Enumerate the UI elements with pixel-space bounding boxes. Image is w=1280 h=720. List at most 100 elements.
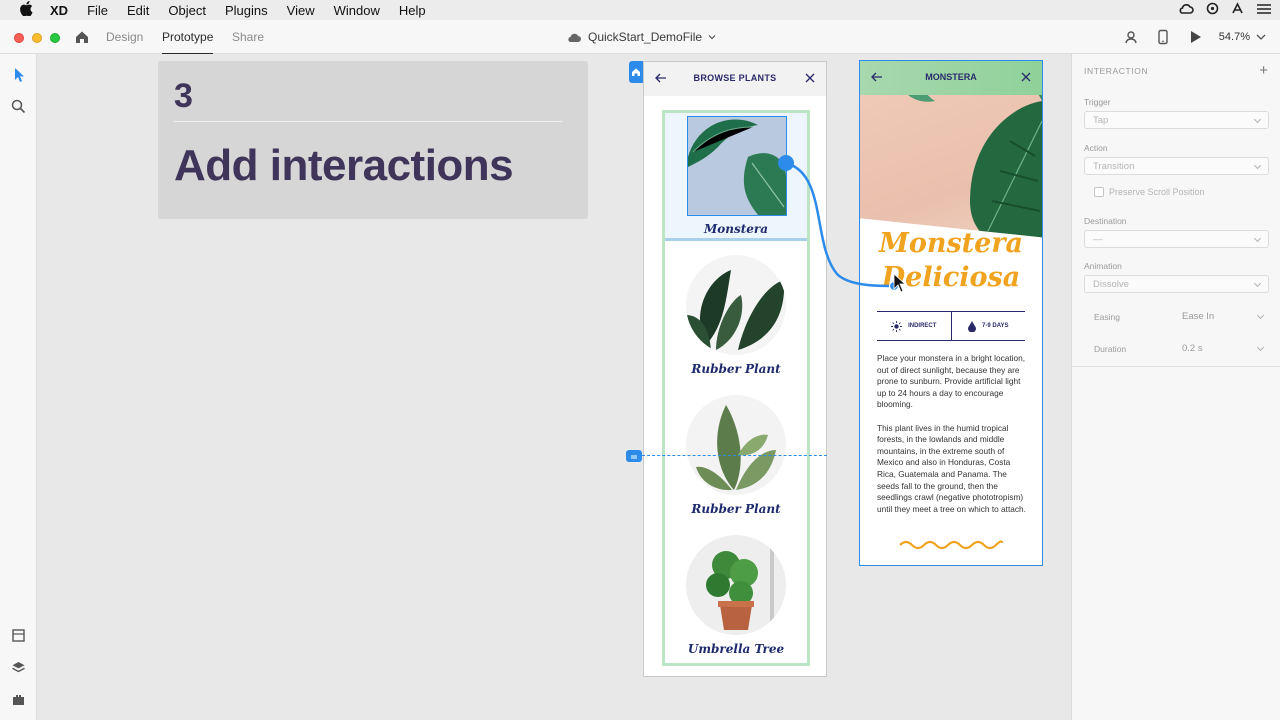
action-label: Action	[1084, 143, 1108, 153]
monstera-leaf-image	[688, 119, 786, 215]
duration-label: Duration	[1094, 344, 1127, 354]
play-preview-icon[interactable]	[1187, 29, 1203, 45]
animation-select[interactable]: Dissolve	[1084, 275, 1269, 293]
document-assets-icon[interactable]	[10, 627, 27, 644]
action-select[interactable]: Transition	[1084, 157, 1269, 175]
zoom-tool-icon[interactable]	[10, 98, 27, 115]
document-title-dropdown[interactable]: QuickStart_DemoFile	[566, 30, 716, 44]
destination-label: Destination	[1084, 216, 1127, 226]
duration-row: Duration 0.2 s	[1094, 343, 1269, 354]
destination-select[interactable]: —	[1084, 230, 1269, 248]
close-icon[interactable]	[1020, 71, 1032, 83]
step-divider	[174, 121, 562, 122]
sync-icon[interactable]	[1206, 2, 1219, 15]
menu-list-icon[interactable]	[1256, 3, 1272, 15]
animation-label: Animation	[1084, 261, 1122, 271]
handle-grip-icon	[631, 455, 637, 459]
document-title: QuickStart_DemoFile	[588, 30, 703, 44]
viewport-height-line	[642, 455, 827, 456]
home-icon[interactable]	[74, 29, 90, 45]
home-icon	[632, 68, 640, 76]
home-artboard-marker[interactable]	[629, 61, 643, 83]
decorative-squiggle	[899, 540, 1004, 550]
share-for-review-icon[interactable]	[1123, 29, 1139, 45]
easing-label: Easing	[1094, 312, 1120, 322]
close-icon[interactable]	[804, 72, 816, 84]
repeat-grid[interactable]: Monstera Rubber Plant Rubber Plant Umbre…	[662, 110, 810, 666]
app-menu-xd[interactable]: XD	[50, 3, 68, 18]
plant-card-monstera[interactable]: Monstera	[665, 113, 807, 241]
trigger-label: Trigger	[1084, 97, 1111, 107]
property-inspector: INTERACTION + Trigger Tap Action Transit…	[1071, 54, 1280, 720]
tool-rail	[0, 54, 37, 720]
menu-object[interactable]: Object	[168, 3, 206, 18]
detail-header: MONSTERA	[860, 61, 1042, 95]
minimize-window-button[interactable]	[32, 33, 42, 43]
menu-view[interactable]: View	[287, 3, 315, 18]
tab-design[interactable]: Design	[106, 30, 143, 44]
cloud-document-icon	[568, 33, 581, 42]
zoom-level[interactable]: 54.7%	[1219, 31, 1250, 43]
browse-header: BROWSE PLANTS	[644, 62, 826, 96]
creative-cloud-icon[interactable]	[1178, 3, 1194, 15]
acrobat-icon[interactable]	[1231, 2, 1244, 15]
select-tool-icon[interactable]	[10, 66, 27, 83]
menu-file[interactable]: File	[87, 3, 108, 18]
close-window-button[interactable]	[14, 33, 24, 43]
device-preview-icon[interactable]	[1155, 29, 1171, 45]
sun-icon	[891, 320, 903, 332]
add-interaction-button[interactable]: +	[1259, 62, 1268, 79]
detail-title: MONSTERA	[925, 72, 977, 82]
light-badge-label: INDIRECT	[908, 323, 937, 329]
window-controls	[14, 33, 60, 43]
plant-heading: Monstera Deliciosa	[860, 227, 1042, 295]
artboard-browse-plants[interactable]: BROWSE PLANTS Monstera Rubber Plant Rubb…	[643, 61, 827, 677]
maximize-window-button[interactable]	[50, 33, 60, 43]
plant-heading-line1: Monstera	[878, 228, 1024, 259]
description-paragraph-1: Place your monstera in a bright location…	[877, 353, 1026, 410]
easing-select[interactable]: Ease In	[1182, 311, 1269, 322]
easing-row: Easing Ease In	[1094, 311, 1269, 322]
panel-divider	[1072, 366, 1280, 367]
chevron-down-icon	[708, 35, 716, 40]
umbrella-tree-image	[706, 535, 774, 635]
apple-menu-icon[interactable]	[16, 1, 36, 19]
app-title-bar: Design Prototype Share QuickStart_DemoFi…	[0, 20, 1280, 55]
preserve-scroll-checkbox[interactable]: Preserve Scroll Position	[1094, 187, 1205, 197]
plant-name-umbrella-tree: Umbrella Tree	[687, 642, 785, 656]
zoom-chevron-icon[interactable]	[1256, 29, 1266, 45]
menu-help[interactable]: Help	[399, 3, 426, 18]
rubber-plant-2-image	[696, 405, 776, 491]
menu-bar: XD File Edit Object Plugins View Window …	[0, 0, 1280, 20]
rubber-plant-image	[686, 270, 785, 355]
description-paragraph-2: This plant lives in the humid tropical f…	[877, 422, 1026, 514]
tab-prototype[interactable]: Prototype	[162, 30, 214, 55]
trigger-select[interactable]: Tap	[1084, 111, 1269, 129]
plant-name-rubber-plant-2: Rubber Plant	[691, 502, 781, 516]
step-title: Add interactions	[174, 141, 514, 190]
plant-image-monstera[interactable]	[687, 116, 787, 216]
care-badges: INDIRECT 7-9 DAYS	[877, 311, 1025, 341]
plant-heading-line2: Deliciosa	[881, 262, 1021, 293]
water-drop-icon	[968, 320, 977, 332]
plant-image-rubber-plant-2[interactable]	[686, 395, 786, 495]
duration-select[interactable]: 0.2 s	[1182, 343, 1269, 354]
checkbox-box[interactable]	[1094, 187, 1104, 197]
title-bar-actions: 54.7%	[1123, 20, 1280, 54]
plant-image-rubber-plant[interactable]	[686, 255, 786, 355]
layers-icon[interactable]	[10, 659, 27, 676]
plant-description: Place your monstera in a bright location…	[877, 353, 1027, 515]
canvas[interactable]: 3 Add interactions BROWSE PLANTS Monster…	[37, 54, 1071, 720]
tab-share[interactable]: Share	[232, 30, 264, 44]
plant-name-monstera: Monstera	[703, 222, 769, 236]
plugins-icon[interactable]	[10, 691, 27, 708]
menu-edit[interactable]: Edit	[127, 3, 149, 18]
artboard-monstera-detail[interactable]: MONSTERA Monstera Deliciosa INDIRECT 7-9…	[859, 60, 1043, 566]
light-badge: INDIRECT	[877, 312, 951, 340]
browse-title: BROWSE PLANTS	[693, 73, 777, 83]
viewport-height-handle[interactable]	[626, 450, 642, 462]
menu-plugins[interactable]: Plugins	[225, 3, 268, 18]
menu-extras	[1178, 2, 1272, 15]
plant-image-umbrella-tree[interactable]	[686, 535, 786, 635]
menu-window[interactable]: Window	[334, 3, 380, 18]
